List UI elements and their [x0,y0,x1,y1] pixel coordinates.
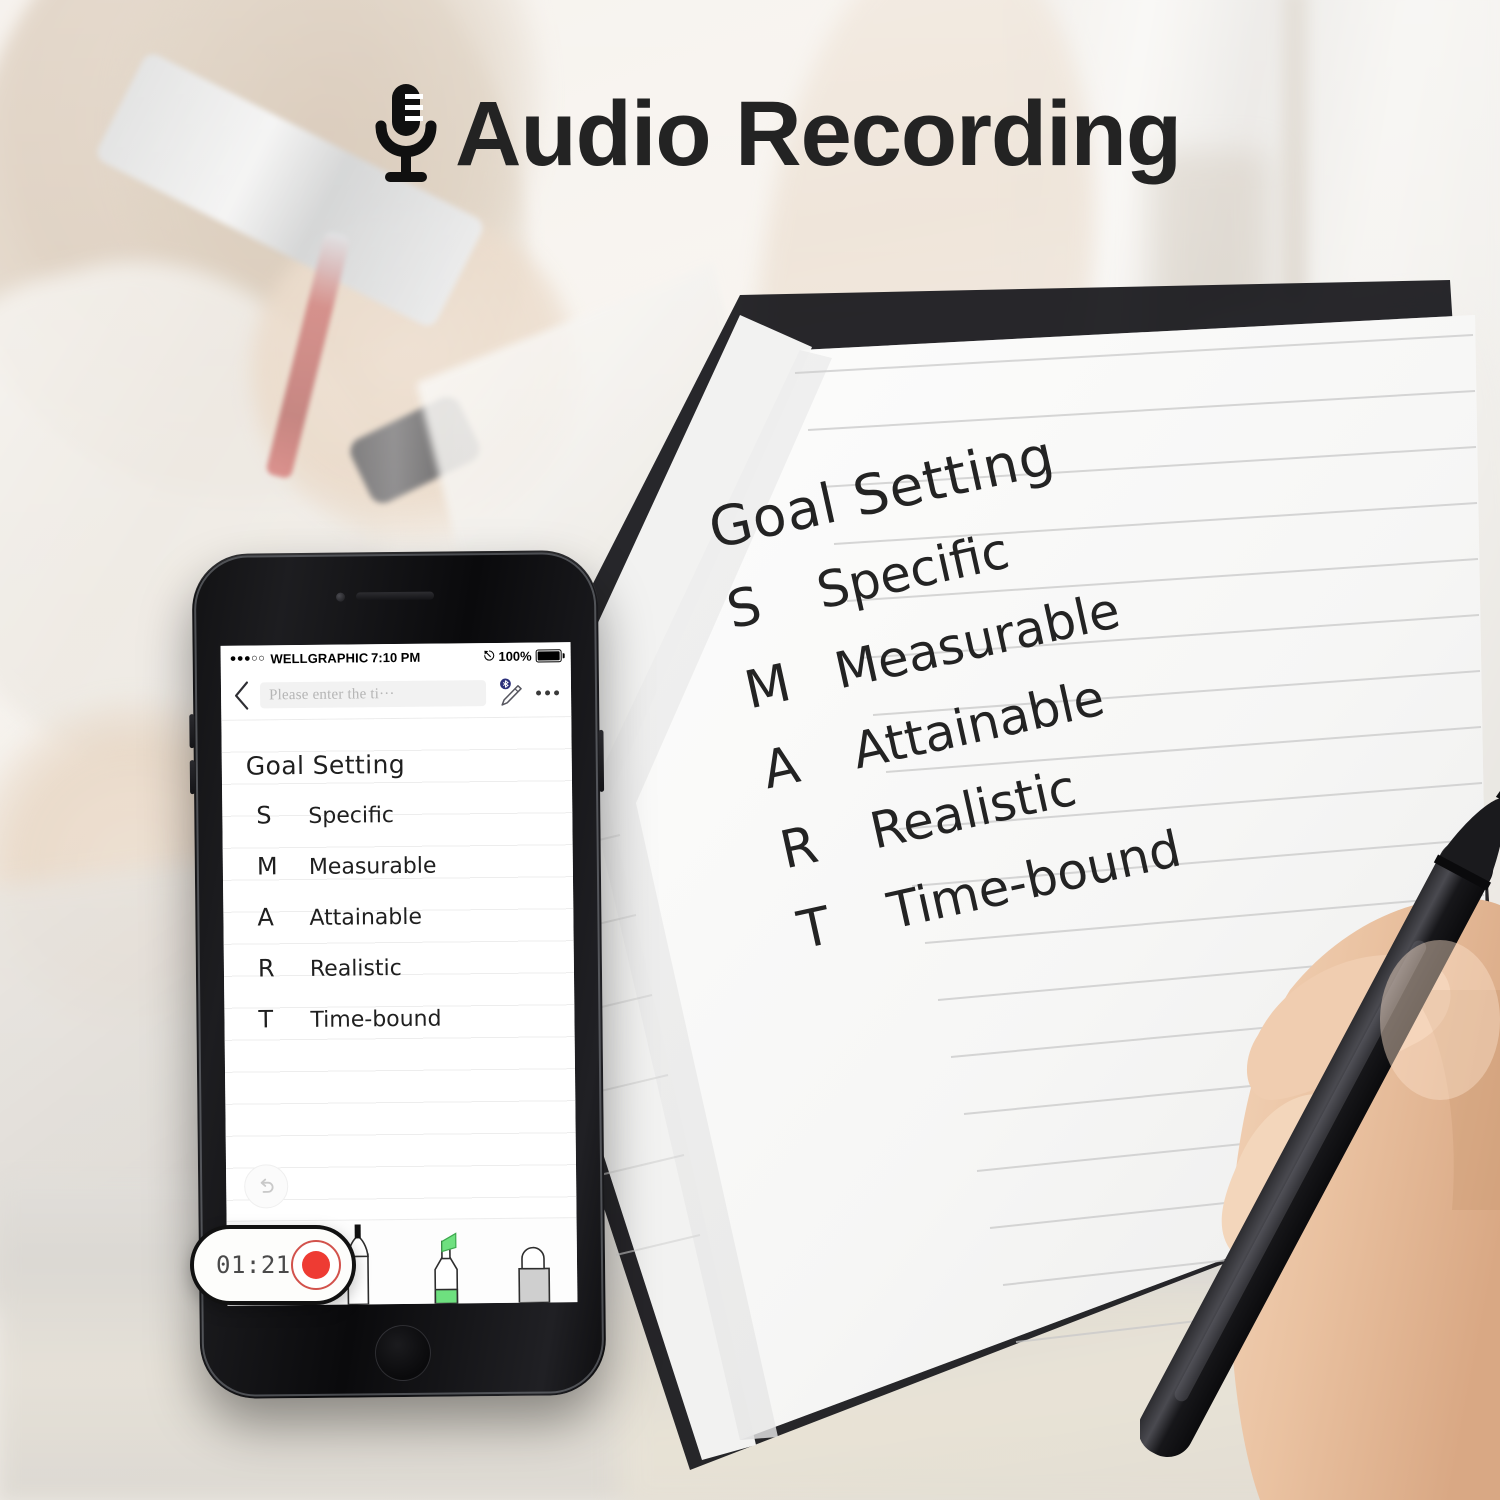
notebook-row-label: Specific [811,521,1015,621]
undo-button[interactable] [243,1164,289,1209]
status-bar: ●●●○○ WELLGRAPHIC 7:10 PM ⎋ 100% [220,642,571,672]
eraser-tool-icon [518,1246,551,1303]
note-row: T Time-bound [248,998,574,1039]
record-button[interactable] [290,1240,341,1290]
poster-stage: Goal Setting S Specific M Measurable A A… [0,0,1500,1500]
notebook-row-letter: T [792,895,837,962]
note-row-label: Realistic [309,955,402,982]
eraser-tool-button[interactable] [489,1218,577,1303]
more-options-icon[interactable] [534,689,560,696]
power-button[interactable] [598,729,605,792]
notebook-row-letter: M [739,652,797,722]
note-row-label: Measurable [308,853,437,880]
note-heading: Goal Setting [245,749,406,781]
note-row: S Specific [246,794,572,835]
status-bar-time: 7:10 PM [371,649,421,665]
phone-screen: ●●●○○ WELLGRAPHIC 7:10 PM ⎋ 100% Please … [220,642,578,1306]
note-row-letter: A [257,903,274,932]
note-title-placeholder: Please enter the ti··· [268,685,395,703]
page-title: Audio Recording [455,83,1182,185]
note-row-letter: R [257,954,275,983]
bluetooth-icon: ⎋ [484,647,495,664]
notebook-row-letter: A [757,735,805,802]
battery-percent: 100% [498,648,532,664]
note-row-label: Time-bound [310,1006,442,1033]
battery-icon [535,648,562,663]
undo-icon [260,1178,274,1193]
recording-elapsed-time: 01:21 [216,1251,291,1279]
hand-holding-pen [1140,690,1500,1500]
note-canvas[interactable]: Goal Setting S Specific M Measurable A A… [221,717,577,1223]
highlighter-tool-icon [434,1232,459,1304]
note-content: Goal Setting S Specific M Measurable A A… [221,717,574,1040]
note-title-input[interactable]: Please enter the ti··· [259,680,487,709]
bluetooth-pen-icon[interactable] [496,678,524,708]
volume-down-button[interactable] [189,760,196,795]
note-row-letter: T [258,1005,274,1034]
note-row: A Attainable [247,896,573,937]
highlighter-tool-button[interactable] [402,1219,490,1304]
volume-up-button[interactable] [189,714,195,749]
notebook-row-letter: R [774,814,824,882]
earpiece-speaker [355,591,435,601]
home-button[interactable] [374,1324,432,1382]
audio-recording-pill[interactable]: 01:21 [190,1225,356,1305]
carrier-name: WELLGRAPHIC [270,649,369,666]
note-row-label: Attainable [309,904,423,931]
signal-strength-dots: ●●●○○ [229,652,266,665]
front-camera [335,592,346,602]
note-row: M Measurable [247,845,573,886]
note-row-letter: S [256,801,272,830]
note-row-letter: M [256,852,278,881]
notebook-row-letter: S [721,575,767,642]
note-row: R Realistic [248,947,574,988]
microphone-icon [375,84,437,182]
banner-title-group: Audio Recording [375,82,1182,186]
back-chevron-icon[interactable] [233,681,250,711]
note-row-label: Specific [308,803,395,829]
app-header-bar: Please enter the ti··· [220,668,572,721]
